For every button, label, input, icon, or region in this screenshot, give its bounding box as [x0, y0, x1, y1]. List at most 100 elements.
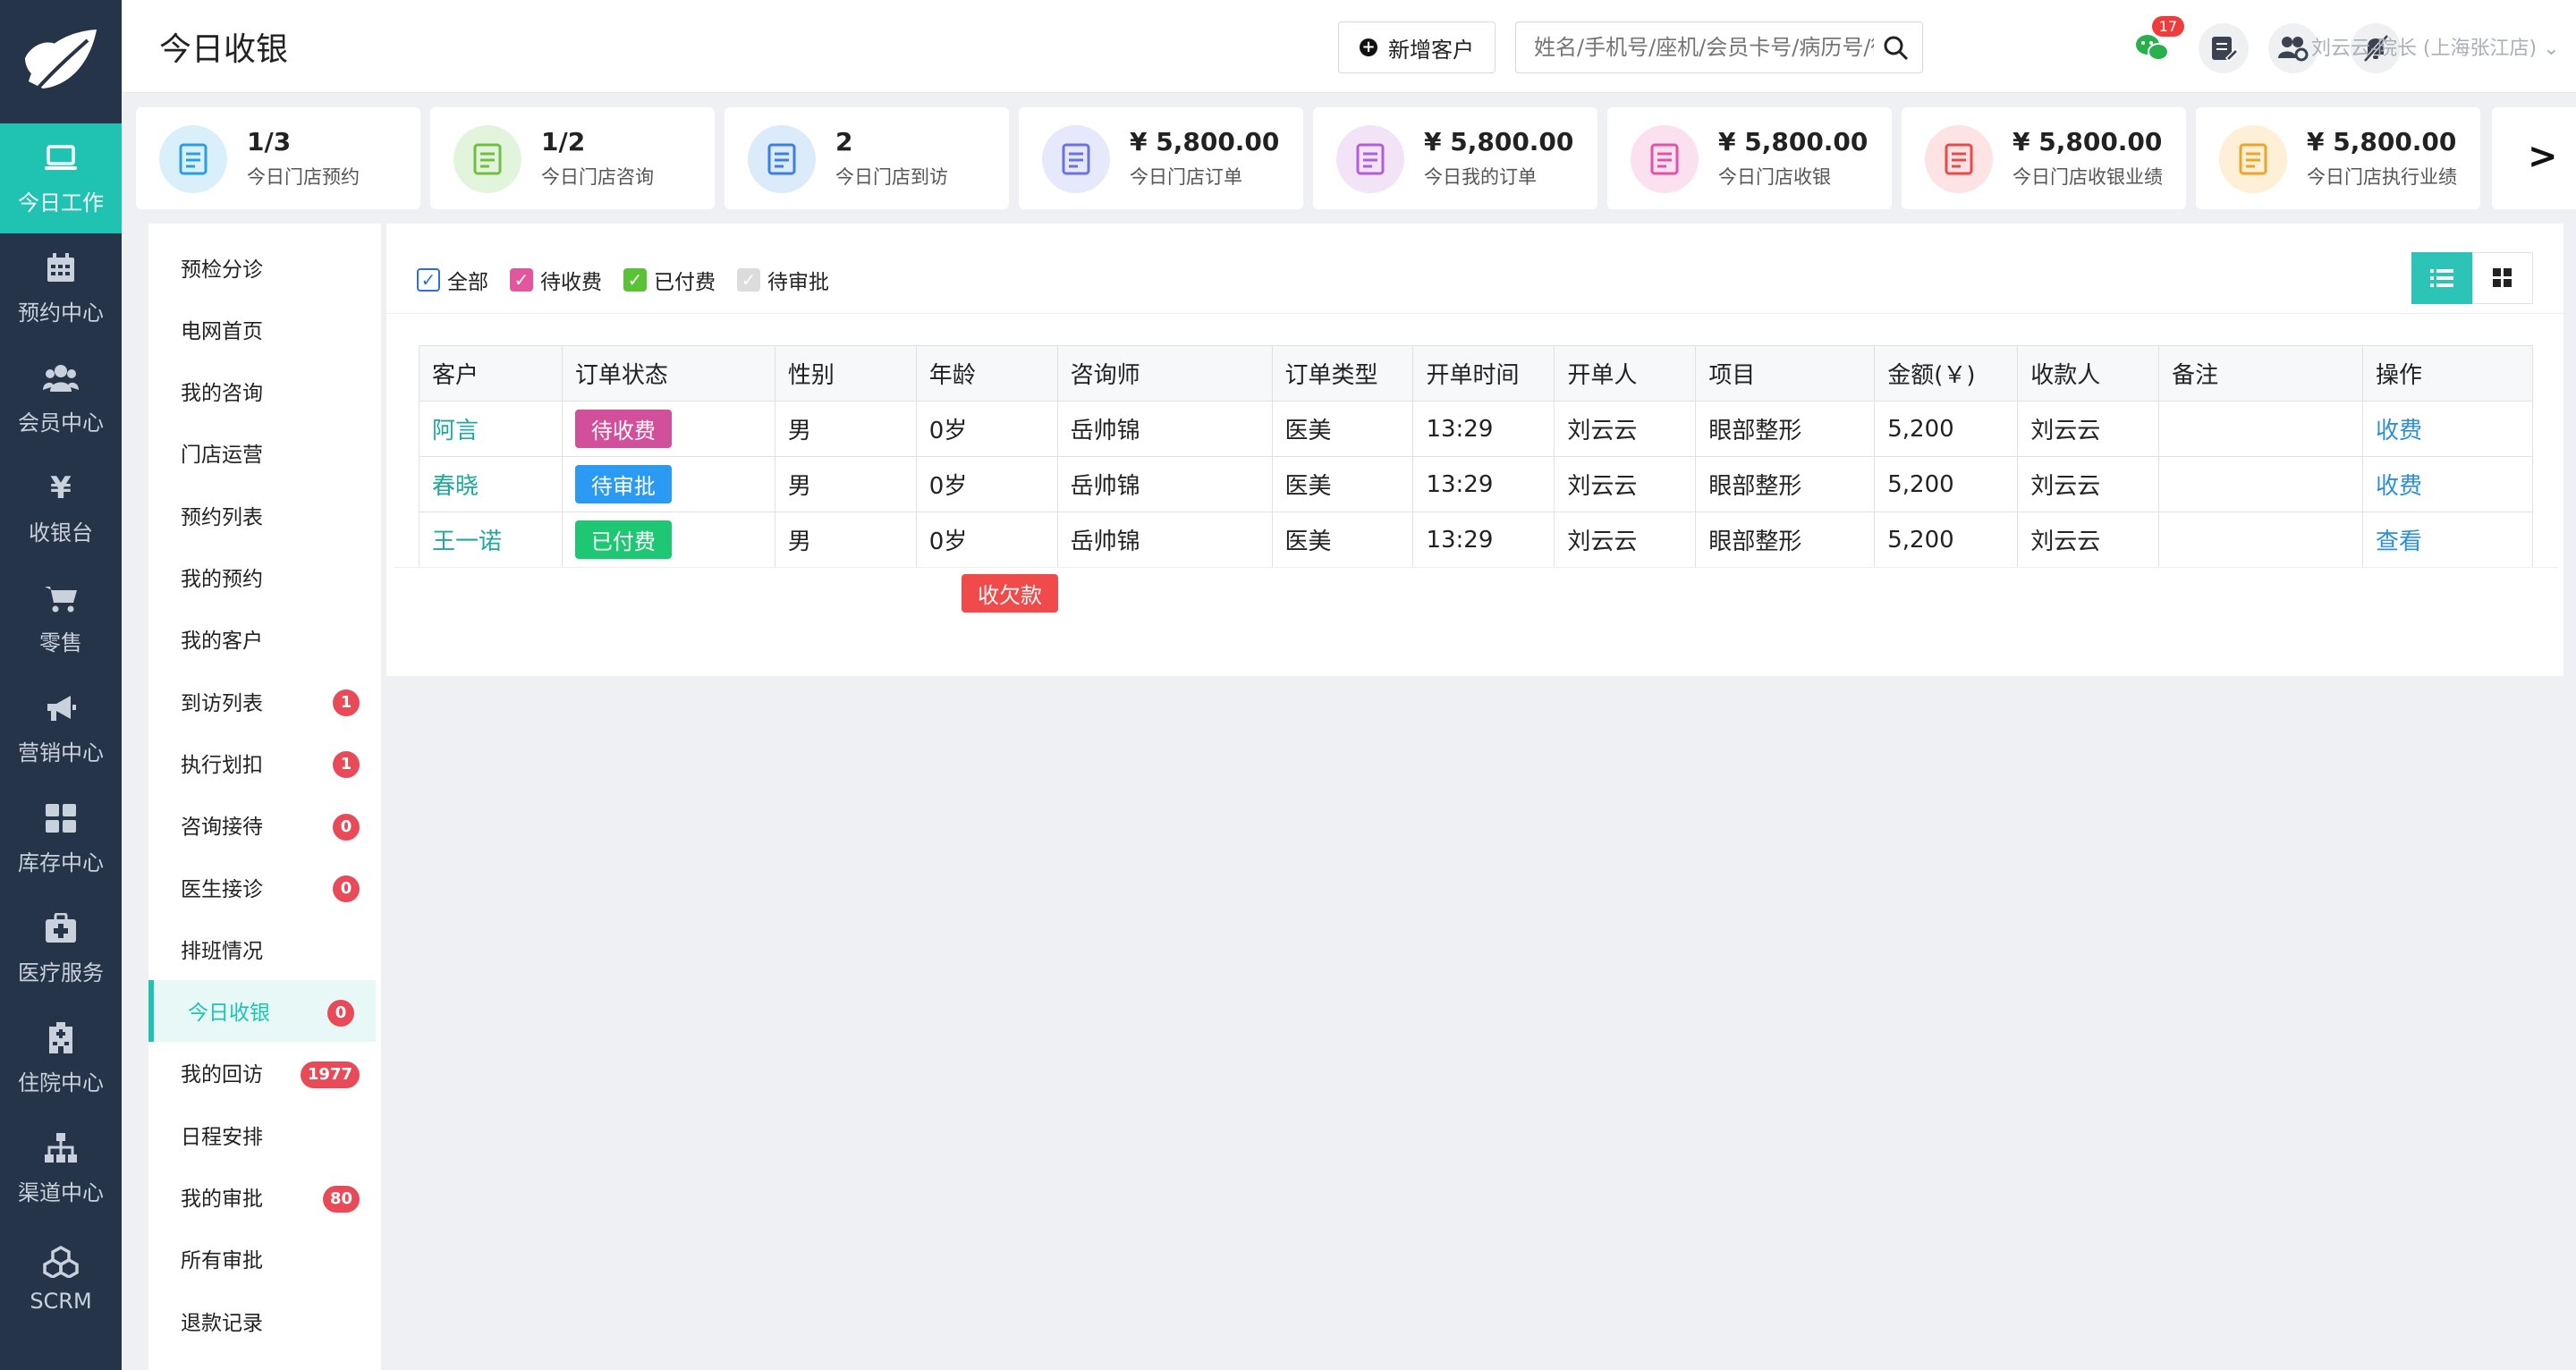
filter-label: 待收费 — [540, 271, 602, 294]
creator-cell: 刘云云 — [1554, 512, 1697, 568]
menu-item[interactable]: 预约列表 — [148, 484, 381, 545]
column-header: 客户 — [419, 345, 563, 402]
list-view-button[interactable] — [2411, 252, 2472, 304]
menu-item[interactable]: 今日收银 0 — [148, 979, 376, 1042]
cubes-icon — [43, 1244, 79, 1280]
consultant-cell: 岳帅锦 — [1056, 456, 1273, 512]
order-user-icon — [1336, 125, 1404, 193]
nav-item-cubes[interactable]: SCRM — [0, 1223, 122, 1333]
notes-button[interactable] — [2199, 23, 2249, 73]
nav-item-calendar[interactable]: 预约中心 — [0, 233, 122, 343]
nav-item-medkit[interactable]: 医疗服务 — [0, 893, 122, 1003]
menu-item[interactable]: 我的回访 1977 — [148, 1042, 381, 1104]
gender-cell: 男 — [774, 401, 917, 457]
nav-item-cart[interactable]: 零售 — [0, 563, 122, 673]
table-row: 春晓 待审批男 0岁 岳帅锦 医美 13:29 刘云云 眼部整形 5,200 刘云云 收费 — [419, 456, 2534, 512]
customer-link[interactable]: 阿言 — [419, 401, 563, 457]
menu-item[interactable]: 所有审批 — [148, 1228, 381, 1290]
stat-label: 今日门店到访 — [835, 166, 948, 188]
nav-item-laptop[interactable]: 今日工作 — [0, 123, 122, 233]
view-toggle — [2411, 252, 2533, 304]
stat-card[interactable]: 2 今日门店到访 — [724, 107, 1009, 209]
wechat-icon — [2136, 35, 2169, 61]
stat-label: 今日门店订单 — [1130, 166, 1242, 188]
menu-item[interactable]: 门店运营 — [148, 422, 381, 484]
action-link[interactable]: 查看 — [2361, 512, 2534, 568]
new-customer-button[interactable]: + 新增客户 — [1338, 21, 1496, 73]
menu-item[interactable]: 预检分诊 — [148, 236, 381, 298]
check-icon: ✓ — [737, 268, 760, 292]
stat-card[interactable]: 1/3 今日门店预约 — [136, 107, 420, 209]
stat-card[interactable]: ¥ 5,800.00 今日门店收银业绩 — [1902, 107, 2186, 209]
column-header: 备注 — [2158, 345, 2363, 402]
amount-cell: 5,200 — [1874, 456, 2019, 512]
logo[interactable] — [0, 0, 122, 123]
menu-item[interactable]: 日程安排 — [148, 1104, 381, 1165]
menu-item[interactable]: 到访列表 1 — [148, 670, 381, 732]
menu-item[interactable]: 咨询接待 0 — [148, 794, 381, 856]
payee-cell: 刘云云 — [2017, 456, 2160, 512]
menu-item[interactable]: 我的客户 — [148, 608, 381, 670]
nav-item-users[interactable]: 会员中心 — [0, 343, 122, 453]
menu-item[interactable]: 电网首页 — [148, 298, 381, 359]
search-icon[interactable] — [1883, 35, 1910, 62]
count-badge: 1977 — [300, 1061, 360, 1088]
project-cell: 眼部整形 — [1695, 456, 1876, 512]
current-user[interactable]: 刘云云-院长 (上海张江店) ⌄ — [2311, 32, 2560, 61]
yen-icon: ¥ — [43, 470, 79, 506]
nav-item-sitemap[interactable]: 渠道中心 — [0, 1113, 122, 1223]
menu-item-label: 预检分诊 — [181, 258, 263, 282]
filter-checkbox[interactable]: ✓ 已付费 — [623, 265, 716, 295]
stat-value: 2 — [835, 127, 853, 156]
filter-checkbox[interactable]: ✓ 待收费 — [510, 265, 602, 295]
menu-item[interactable]: 我的预约 — [148, 546, 381, 608]
nav-item-grid[interactable]: 库存中心 — [0, 783, 122, 893]
stats-next-button[interactable]: > — [2492, 107, 2576, 209]
menu-item[interactable]: 执行划扣 1 — [148, 732, 381, 793]
filter-checkbox[interactable]: ✓ 待审批 — [737, 265, 829, 295]
menu-item[interactable]: 我的咨询 — [148, 360, 381, 422]
count-badge: 0 — [333, 875, 360, 902]
nav-item-hospital[interactable]: 住院中心 — [0, 1003, 122, 1113]
plus-circle-icon: + — [1360, 38, 1377, 56]
chevron-down-icon: ⌄ — [2543, 38, 2560, 60]
note-cell — [2158, 456, 2363, 512]
filter-checkbox[interactable]: ✓ 全部 — [417, 265, 488, 295]
users-icon — [43, 360, 79, 396]
customer-link[interactable]: 王一诺 — [419, 512, 563, 568]
menu-item[interactable]: 退款记录 — [148, 1290, 381, 1351]
consultant-cell: 岳帅锦 — [1056, 512, 1273, 568]
stat-card[interactable]: ¥ 5,800.00 今日我的订单 — [1313, 107, 1597, 209]
nav-item-label: 库存中心 — [18, 850, 104, 875]
nav-item-megaphone[interactable]: 营销中心 — [0, 673, 122, 783]
top-header: 今日收银 + 新增客户 17 — [122, 0, 2576, 93]
action-link[interactable]: 收费 — [2361, 456, 2534, 512]
grid-view-button[interactable] — [2472, 252, 2533, 304]
stat-card[interactable]: 1/2 今日门店咨询 — [430, 107, 715, 209]
action-link[interactable]: 收费 — [2361, 401, 2534, 457]
divider — [386, 313, 2563, 314]
stat-card[interactable]: ¥ 5,800.00 今日门店订单 — [1019, 107, 1303, 209]
menu-item[interactable]: 排班情况 — [148, 918, 381, 979]
stat-card[interactable]: ¥ 5,800.00 今日门店收银 — [1607, 107, 1892, 209]
collect-arrears-button[interactable]: 收欠款 — [962, 574, 1058, 613]
laptop-icon — [43, 140, 79, 176]
age-cell: 0岁 — [915, 456, 1058, 512]
wechat-badge: 17 — [2151, 16, 2184, 37]
check-icon: ✓ — [510, 268, 533, 292]
wechat-button[interactable]: 17 — [2127, 16, 2184, 73]
table-header-row: 客户 订单状态 性别 年龄 咨询师 订单类型 开单时间 开单人 项目 金额(￥) 收款人 备注 操作 — [419, 345, 2534, 402]
grid-icon — [2493, 268, 2512, 287]
column-header: 项目 — [1695, 345, 1876, 402]
search-input[interactable] — [1516, 22, 1874, 72]
stat-card[interactable]: ¥ 5,800.00 今日门店执行业绩 — [2196, 107, 2480, 209]
menu-item[interactable]: 我的审批 80 — [148, 1166, 381, 1228]
nav-item-yen[interactable]: ¥ 收银台 — [0, 453, 122, 563]
svg-text:¥: ¥ — [50, 473, 72, 503]
menu-item-label: 门店运营 — [181, 444, 263, 468]
menu-item[interactable]: 医生接诊 0 — [148, 856, 381, 918]
customer-link[interactable]: 春晓 — [419, 456, 563, 512]
status-badge: 待收费 — [574, 410, 672, 448]
menu-item-label: 今日收银 — [188, 1002, 270, 1026]
menu-item-label: 所有审批 — [181, 1249, 263, 1273]
